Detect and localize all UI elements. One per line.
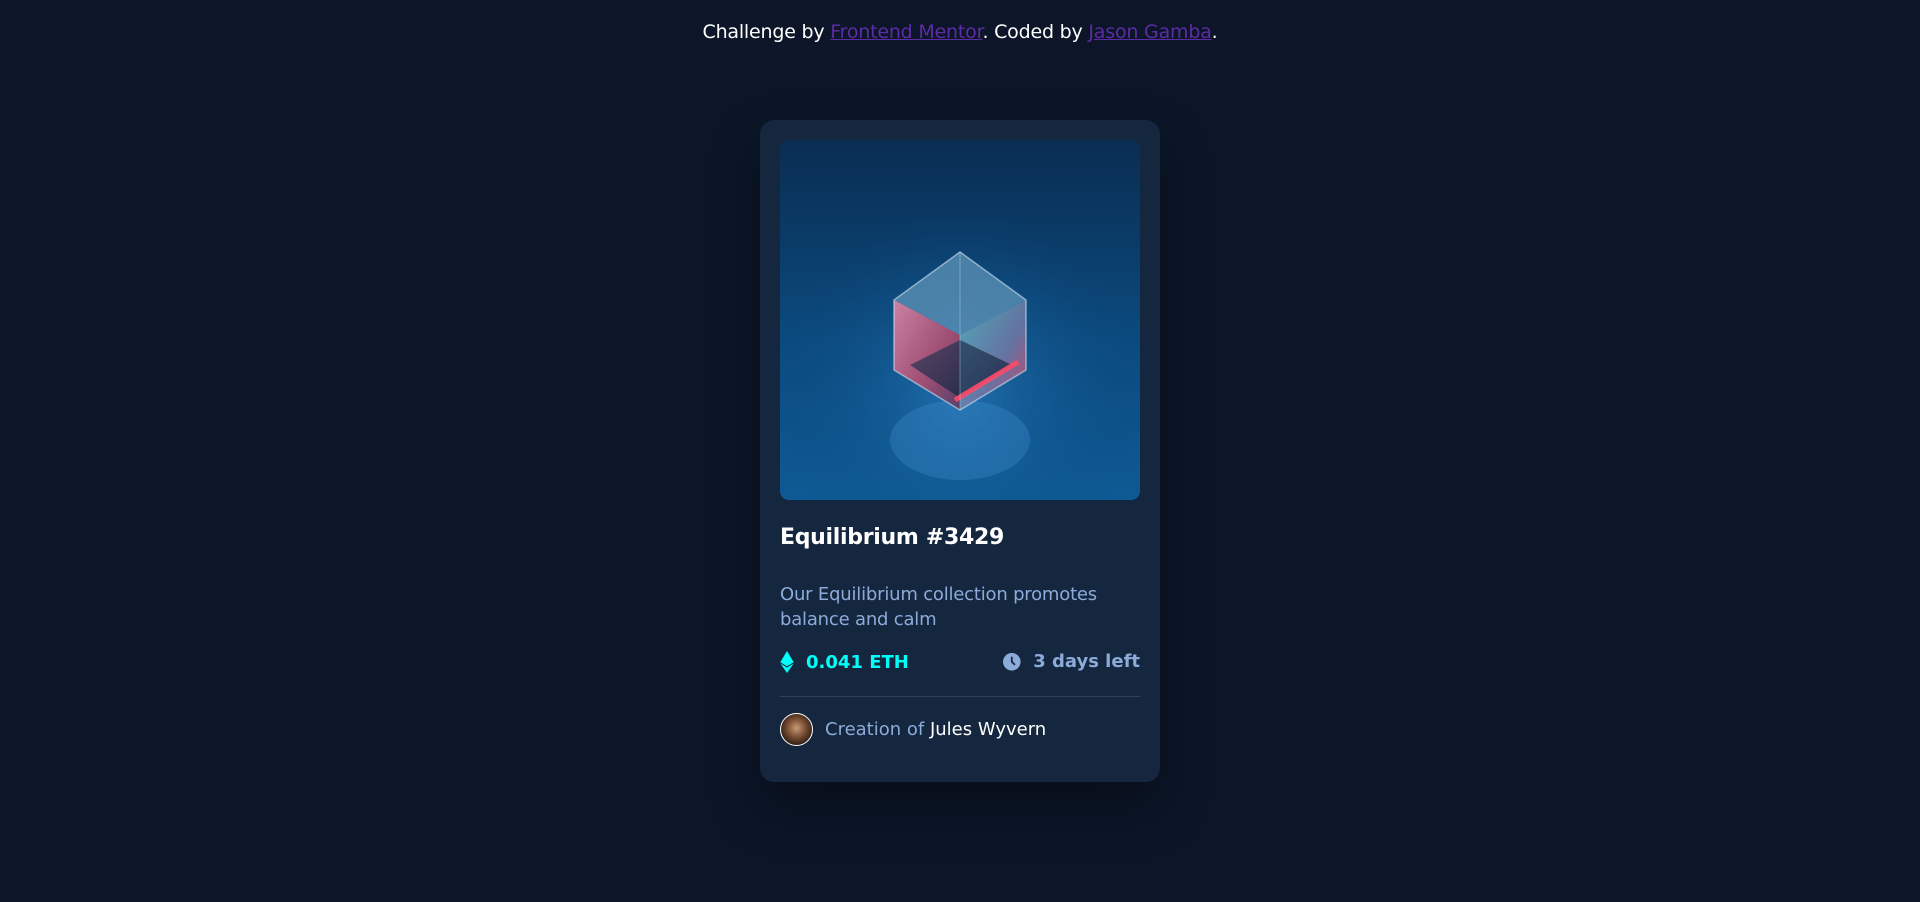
attribution-suffix: . [1211, 21, 1218, 43]
cube-artwork [780, 140, 1140, 500]
nft-image[interactable] [780, 140, 1140, 500]
creator-prefix: Creation of [825, 719, 925, 740]
attribution-middle: . Coded by [982, 21, 1089, 43]
price-value: 0.041 ETH [806, 651, 909, 673]
author-link[interactable]: Jason Gamba [1088, 21, 1211, 43]
creator: Creation of Jules Wyvern [780, 713, 1046, 746]
nft-title[interactable]: Equilibrium #3429 [780, 525, 1004, 550]
attribution: Challenge by Frontend Mentor. Coded by J… [0, 21, 1920, 43]
nft-card: Equilibrium #3429 Our Equilibrium collec… [760, 120, 1160, 782]
creator-name-link[interactable]: Jules Wyvern [930, 719, 1046, 740]
frontend-mentor-link[interactable]: Frontend Mentor [830, 21, 982, 43]
nft-meta: 0.041 ETH 3 days left [780, 651, 1140, 677]
divider [780, 696, 1140, 697]
nft-description: Our Equilibrium collection promotes bala… [780, 584, 1097, 630]
avatar [780, 713, 813, 746]
time-value: 3 days left [1033, 651, 1140, 672]
clock-icon [1003, 652, 1021, 671]
ethereum-icon [780, 651, 794, 673]
nft-price: 0.041 ETH [780, 651, 909, 673]
attribution-prefix: Challenge by [702, 21, 831, 43]
nft-time-left: 3 days left [1003, 651, 1140, 672]
